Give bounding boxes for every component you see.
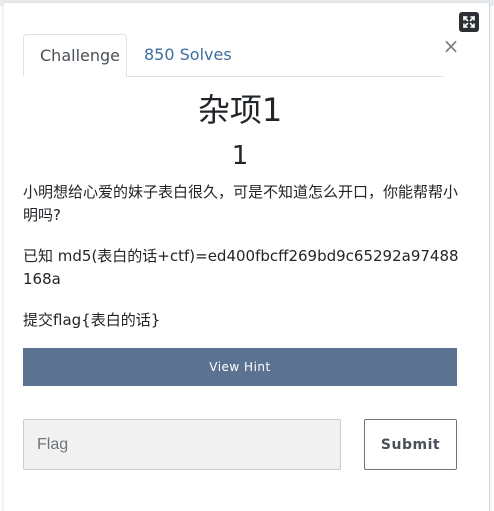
tab-solves[interactable]: 850 Solves bbox=[128, 34, 248, 76]
challenge-description-paragraph: 提交flag{表白的话} bbox=[23, 311, 161, 329]
view-hint-button[interactable]: View Hint bbox=[23, 348, 457, 386]
tab-challenge[interactable]: Challenge bbox=[23, 34, 127, 77]
challenge-description-paragraph: 小明想给心爱的妹子表白很久，可是不知道怎么开口，你能帮帮小明吗? bbox=[23, 183, 459, 224]
expand-button[interactable] bbox=[459, 12, 479, 32]
challenge-tabs: Challenge 850 Solves bbox=[23, 34, 443, 77]
challenge-page: × Challenge 850 Solves 杂项1 1 小明想给心爱的妹子表白… bbox=[0, 0, 494, 511]
flag-input[interactable] bbox=[23, 419, 341, 470]
challenge-title: 杂项1 bbox=[197, 91, 283, 129]
expand-arrows-icon bbox=[463, 16, 475, 28]
challenge-description-paragraph: 已知 md5(表白的话+ctf)=ed400fbcff269bd9c65292a… bbox=[23, 247, 459, 288]
challenge-value: 1 bbox=[231, 141, 249, 171]
close-button[interactable]: × bbox=[441, 35, 461, 57]
submit-button[interactable]: Submit bbox=[364, 419, 457, 470]
